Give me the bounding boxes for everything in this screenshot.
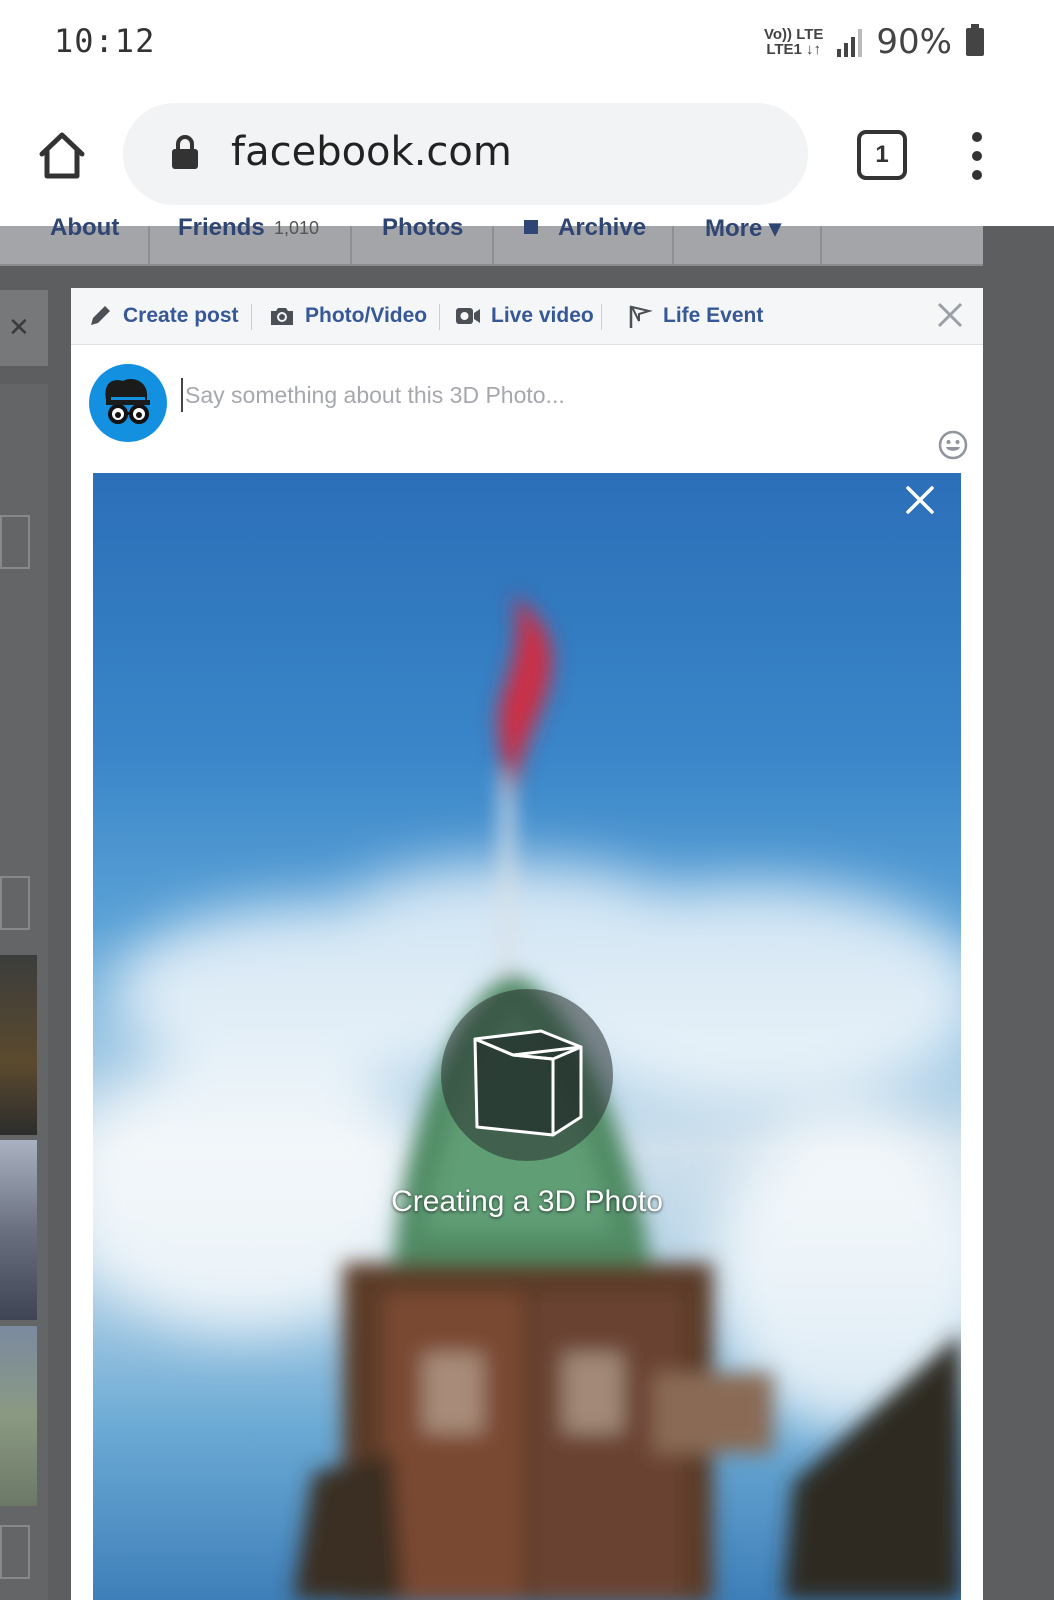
archive-lock-icon xyxy=(524,220,538,234)
nav-friends-count: 1,010 xyxy=(274,218,320,238)
tab-live-video[interactable]: Live video xyxy=(455,300,594,332)
dimmed-button xyxy=(0,1525,30,1579)
lock-icon xyxy=(172,135,198,169)
composer-tab-bar: Create post Photo/Video Live video Life … xyxy=(71,288,983,345)
tab-switcher-button[interactable]: 1 xyxy=(857,130,907,180)
nav-photos: Photos xyxy=(382,214,464,241)
close-dialog-icon[interactable] xyxy=(935,300,965,330)
address-bar[interactable]: facebook.com xyxy=(123,103,808,205)
emoji-icon[interactable] xyxy=(938,430,968,460)
close-icon: ✕ xyxy=(8,312,30,342)
processing-text: Creating a 3D Photo xyxy=(391,1185,663,1218)
photo-thumbnail xyxy=(0,955,37,1135)
avatar xyxy=(89,364,167,442)
nav-about: About xyxy=(50,214,120,241)
camera-icon xyxy=(271,308,293,325)
tab-photo-video[interactable]: Photo/Video xyxy=(269,300,427,332)
flag-icon xyxy=(629,305,653,328)
profile-nav-dimmed: About Friends 1,010 Photos Archive More … xyxy=(0,214,983,266)
video-camera-icon xyxy=(456,308,480,324)
remove-photo-icon[interactable] xyxy=(903,483,937,517)
home-icon[interactable] xyxy=(36,130,88,182)
nav-more: More ▾ xyxy=(705,215,782,242)
avatar-illustration xyxy=(105,379,150,430)
signal-icon xyxy=(837,27,863,57)
photo-thumbnail xyxy=(0,1326,37,1506)
status-bar: 10:12 Vo)) LTE LTE1 ↓↑ 90% xyxy=(0,0,1054,88)
tab-life-event[interactable]: Life Event xyxy=(627,300,763,332)
photo-preview: Creating a 3D Photo xyxy=(93,473,961,1600)
clock: 10:12 xyxy=(54,22,156,60)
battery-percentage: 90% xyxy=(876,22,952,62)
status-icons: Vo)) LTE LTE1 ↓↑ 90% xyxy=(764,22,984,62)
cube-icon xyxy=(473,1029,583,1137)
post-text-input[interactable] xyxy=(181,378,885,412)
nav-friends: Friends xyxy=(178,214,265,241)
3d-processing-indicator xyxy=(441,989,613,1161)
url-text[interactable]: facebook.com xyxy=(231,129,512,175)
photo-thumbnail xyxy=(0,1140,37,1320)
browser-toolbar: facebook.com 1 xyxy=(0,88,1054,226)
dimmed-button xyxy=(0,515,30,569)
pencil-icon xyxy=(91,306,110,325)
dimmed-button xyxy=(0,876,30,930)
create-post-dialog: Create post Photo/Video Live video Life … xyxy=(71,288,983,1600)
battery-icon xyxy=(966,24,984,56)
tab-create-post[interactable]: Create post xyxy=(87,300,239,332)
more-vert-icon[interactable] xyxy=(970,132,984,180)
volte-indicator: Vo)) LTE LTE1 ↓↑ xyxy=(763,26,824,58)
nav-archive: Archive xyxy=(558,214,647,241)
